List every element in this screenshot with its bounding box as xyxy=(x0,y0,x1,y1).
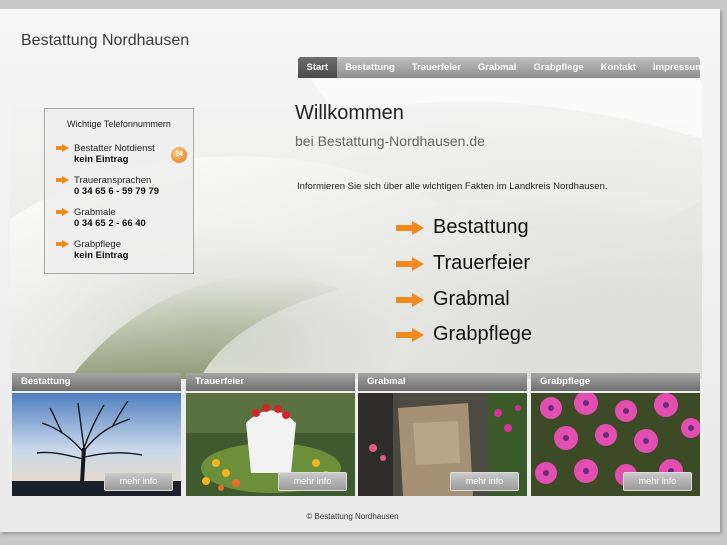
phone-label: Grabpflege xyxy=(74,239,122,250)
nav-item-grabmal[interactable]: Grabmal xyxy=(469,57,525,78)
footer-copyright: © Bestattung Nordhausen xyxy=(306,512,399,521)
card-title[interactable]: Grabmal xyxy=(358,373,527,391)
nav-item-trauerfeier[interactable]: Trauerfeier xyxy=(403,57,469,78)
arrow-right-icon xyxy=(396,328,424,342)
nav-item-start[interactable]: Start xyxy=(298,57,337,78)
arrow-icon xyxy=(56,144,69,152)
more-info-button[interactable]: mehr info xyxy=(623,472,692,491)
more-info-button[interactable]: mehr info xyxy=(450,472,519,491)
intro-text: Informieren Sie sich über alle wichtigen… xyxy=(297,181,608,192)
nav-item-grabpflege[interactable]: Grabpflege xyxy=(525,57,592,78)
arrow-icon xyxy=(56,176,69,184)
card-title[interactable]: Bestattung xyxy=(12,373,181,391)
phone-label: Grabmale xyxy=(74,207,116,218)
arrow-right-icon xyxy=(396,221,424,235)
welcome-subheading: bei Bestattung-Nordhausen.de xyxy=(295,133,485,149)
arrow-right-icon xyxy=(396,257,424,271)
card-grabmal: Grabmal mehr info xyxy=(358,373,527,497)
link-label[interactable]: Bestattung xyxy=(433,216,529,239)
more-info-button[interactable]: mehr info xyxy=(104,472,173,491)
phone-value: 0 34 65 2 - 66 40 xyxy=(74,218,146,229)
nav-item-kontakt[interactable]: Kontakt xyxy=(592,57,644,78)
nav-item-impressum[interactable]: Impressum xyxy=(644,57,712,78)
phone-numbers-box: Wichtige Telefonnummern Bestatter Notdie… xyxy=(44,108,194,274)
card-title[interactable]: Grabpflege xyxy=(531,373,700,391)
welcome-heading: Willkommen xyxy=(295,102,404,124)
link-label[interactable]: Grabmal xyxy=(433,288,510,311)
phone-label: Traueransprachen xyxy=(74,175,152,186)
phone-label: Bestatter Notdienst xyxy=(74,143,155,154)
card-trauerfeier: Trauerfeier mehr info xyxy=(186,373,355,497)
more-info-button[interactable]: mehr info xyxy=(278,472,347,491)
phone-box-title: Wichtige Telefonnummern xyxy=(67,119,171,129)
site-title[interactable]: Bestattung Nordhausen xyxy=(21,32,189,50)
24h-badge-icon: 24 xyxy=(171,147,187,163)
main-nav: Start Bestattung Trauerfeier Grabmal Gra… xyxy=(298,57,704,78)
link-label[interactable]: Grabpflege xyxy=(433,323,532,346)
link-label[interactable]: Trauerfeier xyxy=(433,252,530,275)
nav-item-bestattung[interactable]: Bestattung xyxy=(337,57,404,78)
arrow-right-icon xyxy=(396,293,424,307)
phone-value: kein Eintrag xyxy=(74,250,129,261)
card-grabpflege: Grabpflege mehr info xyxy=(531,373,700,497)
arrow-icon xyxy=(56,240,69,248)
phone-value: kein Eintrag xyxy=(74,154,129,165)
teaser-cards: Bestattung mehr info Trauerfeier mehr in… xyxy=(12,373,700,497)
card-bestattung: Bestattung mehr info xyxy=(12,373,181,497)
phone-value: 0 34 65 6 - 59 79 79 xyxy=(74,186,160,197)
card-title[interactable]: Trauerfeier xyxy=(186,373,355,391)
arrow-icon xyxy=(56,208,69,216)
